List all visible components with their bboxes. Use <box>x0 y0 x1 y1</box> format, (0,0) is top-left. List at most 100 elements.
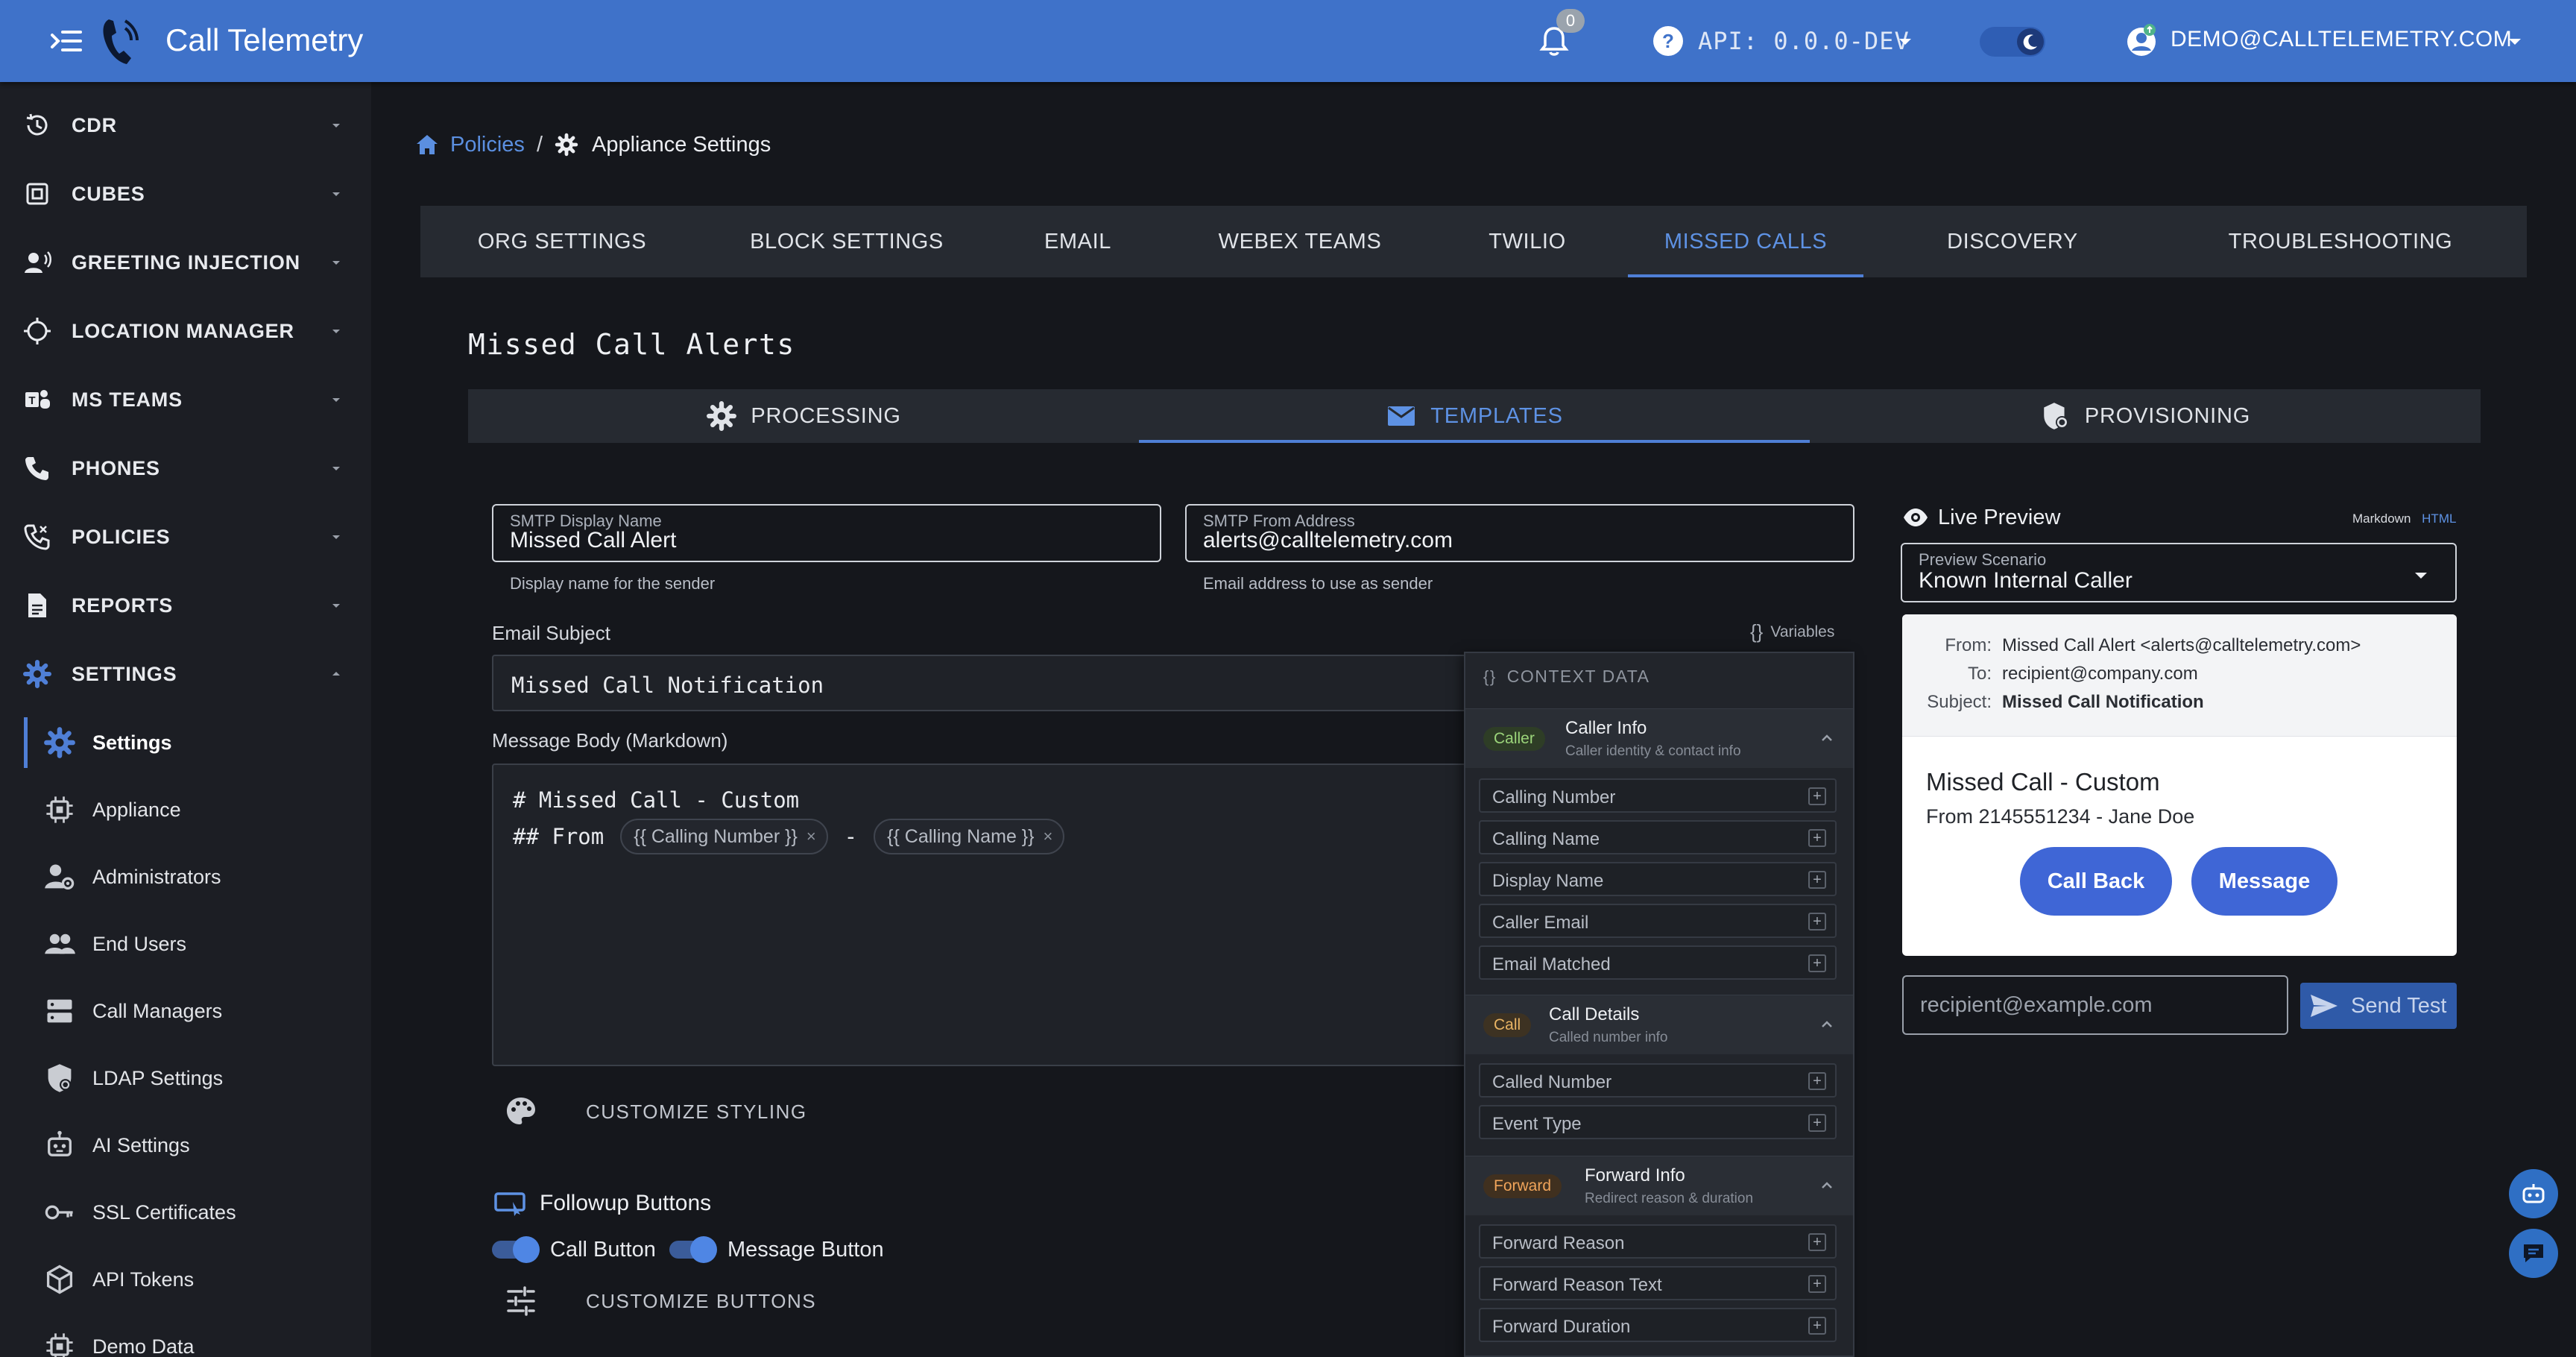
context-group-forward[interactable]: Forward Forward Info Redirect reason & d… <box>1465 1156 1853 1215</box>
variable-name: Event Type <box>1492 1114 1582 1134</box>
context-variable-item[interactable]: Forward Reason + <box>1479 1224 1837 1259</box>
sidebar-subitem-demo-data[interactable]: Demo Data <box>0 1317 371 1357</box>
subtab-templates[interactable]: TEMPLATES <box>1139 389 1810 443</box>
help-icon[interactable]: ? <box>1652 25 1685 57</box>
context-variable-item[interactable]: Event Type + <box>1479 1105 1837 1139</box>
add-icon[interactable]: + <box>1808 954 1826 972</box>
context-group-caller[interactable]: Caller Caller Info Caller identity & con… <box>1465 708 1853 768</box>
sidebar-item-phones[interactable]: PHONES <box>0 438 371 498</box>
field-value[interactable]: Missed Call Alert <box>510 528 676 553</box>
home-icon[interactable] <box>414 132 440 157</box>
add-icon[interactable]: + <box>1808 829 1826 847</box>
variable-chip-calling-number[interactable]: {{ Calling Number }} × <box>620 819 828 854</box>
sidebar-item-reports[interactable]: REPORTS <box>0 576 371 635</box>
user-icon[interactable] <box>2123 22 2160 60</box>
message-body-editor[interactable]: # Missed Call - Custom ## From {{ Callin… <box>492 763 1483 1066</box>
chat-button[interactable] <box>2509 1229 2558 1278</box>
sidebar-item-ms-teams[interactable]: T MS TEAMS <box>0 370 371 429</box>
tab-block-settings[interactable]: BLOCK SETTINGS <box>704 206 990 277</box>
tab-email[interactable]: EMAIL <box>990 206 1166 277</box>
chevron-up-icon[interactable] <box>1819 1016 1835 1033</box>
sidebar-subitem-ldap-settings[interactable]: LDAP Settings <box>0 1048 371 1108</box>
app-title[interactable]: Call Telemetry <box>165 22 363 58</box>
tab-troubleshooting[interactable]: TROUBLESHOOTING <box>2154 206 2527 277</box>
preview-scenario-select[interactable]: Preview Scenario Known Internal Caller <box>1901 543 2457 602</box>
sidebar-subitem-appliance[interactable]: Appliance <box>0 780 371 840</box>
sidebar-item-location-manager[interactable]: LOCATION MANAGER <box>0 301 371 361</box>
close-icon[interactable]: × <box>806 827 816 846</box>
customize-styling-button[interactable]: CUSTOMIZE STYLING <box>504 1095 807 1129</box>
subtab-provisioning[interactable]: PROVISIONING <box>1810 389 2481 443</box>
call-button-toggle[interactable] <box>492 1236 540 1263</box>
variable-name: Caller Email <box>1492 913 1589 933</box>
tab-webex-teams[interactable]: WEBEX TEAMS <box>1166 206 1434 277</box>
tab-twilio[interactable]: TWILIO <box>1434 206 1620 277</box>
add-icon[interactable]: + <box>1808 871 1826 889</box>
mode-html[interactable]: HTML <box>2422 511 2456 526</box>
add-icon[interactable]: + <box>1808 1317 1826 1335</box>
chevron-down-icon[interactable] <box>2506 33 2524 51</box>
message-button[interactable]: Message <box>2191 847 2337 916</box>
sidebar-subitem-call-managers[interactable]: Call Managers <box>0 981 371 1041</box>
context-variable-item[interactable]: Called Number + <box>1479 1063 1837 1098</box>
sidebar-subitem-settings[interactable]: Settings <box>0 713 371 772</box>
chevron-up-icon[interactable] <box>1819 1177 1835 1194</box>
chevron-down-icon[interactable] <box>1896 33 1914 51</box>
context-variable-item[interactable]: Email Matched + <box>1479 945 1837 980</box>
tab-missed-calls[interactable]: MISSED CALLS <box>1620 206 1871 277</box>
add-icon[interactable]: + <box>1808 1275 1826 1293</box>
variables-toggle[interactable]: {} Variables <box>1750 620 1834 643</box>
menu-toggle-icon[interactable] <box>48 22 85 60</box>
variable-chip-calling-name[interactable]: {{ Calling Name }} × <box>874 819 1065 854</box>
sidebar-subitem-end-users[interactable]: End Users <box>0 914 371 974</box>
close-icon[interactable]: × <box>1044 827 1053 846</box>
sidebar-subitem-ai-settings[interactable]: AI Settings <box>0 1115 371 1175</box>
token-icon <box>43 1263 76 1296</box>
sidebar-item-cubes[interactable]: CUBES <box>0 164 371 224</box>
context-variable-item[interactable]: Display Name + <box>1479 862 1837 896</box>
button-icon <box>493 1190 526 1217</box>
sidebar-subitem-api-tokens[interactable]: API Tokens <box>0 1250 371 1309</box>
sidebar-subitem-ssl-certificates[interactable]: SSL Certificates <box>0 1183 371 1242</box>
app-logo[interactable] <box>98 15 145 67</box>
sidebar-item-cdr[interactable]: CDR <box>0 95 371 155</box>
smtp-from-address-field[interactable]: SMTP From Address alerts@calltelemetry.c… <box>1185 504 1854 562</box>
mode-markdown[interactable]: Markdown <box>2352 511 2411 526</box>
add-icon[interactable]: + <box>1808 787 1826 805</box>
tab-discovery[interactable]: DISCOVERY <box>1871 206 2154 277</box>
message-button-toggle[interactable] <box>669 1236 717 1263</box>
sidebar-item-settings[interactable]: SETTINGS <box>0 644 371 704</box>
sidebar-item-greeting-injection[interactable]: GREETING INJECTION <box>0 233 371 292</box>
user-menu-label[interactable]: DEMO@CALLTELEMETRY.COM <box>2171 27 2512 52</box>
smtp-display-name-field[interactable]: SMTP Display Name Missed Call Alert <box>492 504 1161 562</box>
context-variable-item[interactable]: Forward Reason Text + <box>1479 1266 1837 1300</box>
subtab-processing[interactable]: PROCESSING <box>468 389 1139 443</box>
context-variable-item[interactable]: Calling Number + <box>1479 778 1837 813</box>
add-icon[interactable]: + <box>1808 1114 1826 1132</box>
chevron-down-icon[interactable] <box>2412 567 2430 585</box>
add-icon[interactable]: + <box>1808 1233 1826 1251</box>
context-variable-item[interactable]: Caller Email + <box>1479 904 1837 938</box>
sidebar-item-policies[interactable]: POLICIES <box>0 507 371 567</box>
chip-label: {{ Calling Number }} <box>634 825 798 847</box>
send-test-button[interactable]: Send Test <box>2300 983 2457 1029</box>
api-version-selector[interactable]: API: 0.0.0-DEV <box>1698 27 1910 55</box>
customize-buttons-button[interactable]: CUSTOMIZE BUTTONS <box>504 1284 816 1318</box>
chevron-up-icon[interactable] <box>1819 730 1835 746</box>
field-value[interactable]: alerts@calltelemetry.com <box>1203 528 1453 553</box>
ai-assistant-button[interactable] <box>2509 1169 2558 1218</box>
email-subject-input[interactable]: Missed Call Notification <box>492 655 1483 711</box>
add-icon[interactable]: + <box>1808 1072 1826 1090</box>
breadcrumb-link-policies[interactable]: Policies <box>450 133 525 157</box>
test-recipient-input[interactable]: recipient@example.com <box>1902 975 2288 1035</box>
theme-toggle[interactable] <box>1980 27 2045 57</box>
call-back-button[interactable]: Call Back <box>2020 847 2172 916</box>
tab-org-settings[interactable]: ORG SETTINGS <box>420 206 704 277</box>
context-variable-item[interactable]: Calling Name + <box>1479 820 1837 854</box>
context-variable-item[interactable]: Forward Duration + <box>1479 1308 1837 1342</box>
add-icon[interactable]: + <box>1808 913 1826 931</box>
context-group-call[interactable]: Call Call Details Called number info <box>1465 995 1853 1054</box>
sidebar-item-label: POLICIES <box>72 525 171 548</box>
users-icon <box>43 928 76 960</box>
sidebar-subitem-administrators[interactable]: Administrators <box>0 847 371 907</box>
